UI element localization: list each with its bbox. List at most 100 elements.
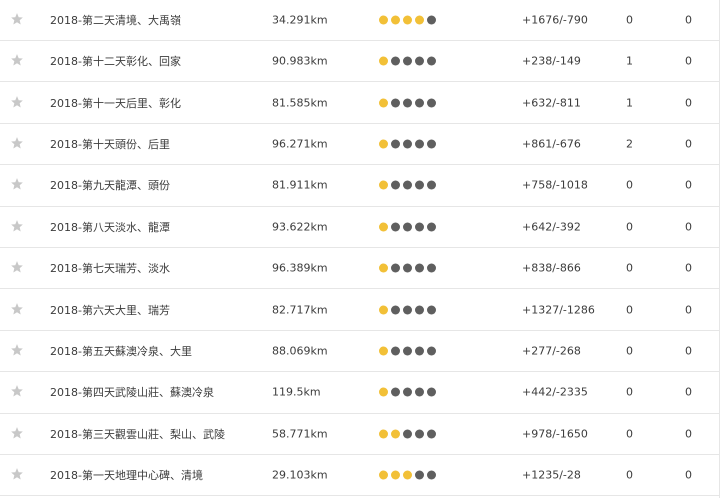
rating-dot-empty xyxy=(427,98,436,108)
route-name-link[interactable]: 2018-第七天瑞芳、淡水 xyxy=(50,260,170,276)
rating-dot-empty xyxy=(427,15,436,25)
route-distance: 90.983km xyxy=(272,54,328,68)
route-name-link[interactable]: 2018-第十天頭份、后里 xyxy=(50,136,170,152)
route-name-link[interactable]: 2018-第九天龍潭、頭份 xyxy=(50,177,170,193)
route-count-2: 0 xyxy=(685,96,692,110)
table-row[interactable]: 2018-第九天龍潭、頭份 81.911km +758/-1018 0 0 xyxy=(0,165,720,207)
route-count-1: 0 xyxy=(626,13,633,27)
star-icon[interactable] xyxy=(10,343,26,359)
route-name-link[interactable]: 2018-第四天武陵山莊、蘇澳冷泉 xyxy=(50,384,214,400)
route-elevation: +632/-811 xyxy=(522,96,581,110)
route-count-1: 1 xyxy=(626,96,633,110)
rating-dot-empty xyxy=(415,139,424,149)
route-count-1: 0 xyxy=(626,178,633,192)
rating-dot-empty xyxy=(415,346,424,356)
rating-dot-empty xyxy=(415,56,424,66)
rating-dot-empty xyxy=(415,429,424,439)
rating-dot-empty xyxy=(415,98,424,108)
difficulty-rating xyxy=(379,139,436,149)
rating-dot-empty xyxy=(391,263,400,273)
star-icon[interactable] xyxy=(10,12,26,28)
rating-dot-filled xyxy=(379,346,388,356)
route-name-link[interactable]: 2018-第五天蘇澳冷泉、大里 xyxy=(50,343,192,359)
table-row[interactable]: 2018-第四天武陵山莊、蘇澳冷泉 119.5km +442/-2335 0 0 xyxy=(0,372,720,414)
rating-dot-empty xyxy=(415,470,424,480)
rating-dot-filled xyxy=(379,305,388,315)
rating-dot-filled xyxy=(391,470,400,480)
star-icon[interactable] xyxy=(10,219,26,235)
star-icon[interactable] xyxy=(10,53,26,69)
route-name-link[interactable]: 2018-第三天觀雲山莊、梨山、武陵 xyxy=(50,426,225,442)
table-row[interactable]: 2018-第七天瑞芳、淡水 96.389km +838/-866 0 0 xyxy=(0,248,720,290)
route-distance: 81.585km xyxy=(272,96,328,110)
rating-dot-filled xyxy=(379,387,388,397)
route-name-link[interactable]: 2018-第二天清境、大禹嶺 xyxy=(50,12,181,28)
rating-dot-empty xyxy=(427,222,436,232)
route-count-2: 0 xyxy=(685,385,692,399)
rating-dot-filled xyxy=(403,470,412,480)
rating-dot-empty xyxy=(403,346,412,356)
table-row[interactable]: 2018-第十天頭份、后里 96.271km +861/-676 2 0 xyxy=(0,124,720,166)
table-row[interactable]: 2018-第一天地理中心碑、清境 29.103km +1235/-28 0 0 xyxy=(0,455,720,497)
rating-dot-empty xyxy=(403,139,412,149)
rating-dot-empty xyxy=(415,305,424,315)
table-row[interactable]: 2018-第六天大里、瑞芳 82.717km +1327/-1286 0 0 xyxy=(0,289,720,331)
star-icon[interactable] xyxy=(10,177,26,193)
rating-dot-empty xyxy=(403,180,412,190)
route-count-1: 2 xyxy=(626,137,633,151)
route-distance: 82.717km xyxy=(272,303,328,317)
route-count-2: 0 xyxy=(685,468,692,482)
route-count-2: 0 xyxy=(685,220,692,234)
route-distance: 96.271km xyxy=(272,137,328,151)
route-count-1: 1 xyxy=(626,54,633,68)
rating-dot-empty xyxy=(391,98,400,108)
star-icon[interactable] xyxy=(10,95,26,111)
rating-dot-filled xyxy=(379,263,388,273)
rating-dot-filled xyxy=(379,180,388,190)
rating-dot-empty xyxy=(415,263,424,273)
route-name-link[interactable]: 2018-第八天淡水、龍潭 xyxy=(50,219,170,235)
route-elevation: +277/-268 xyxy=(522,344,581,358)
star-icon[interactable] xyxy=(10,260,26,276)
route-elevation: +1327/-1286 xyxy=(522,303,595,317)
route-distance: 119.5km xyxy=(272,385,321,399)
star-icon[interactable] xyxy=(10,302,26,318)
rating-dot-empty xyxy=(427,56,436,66)
rating-dot-empty xyxy=(391,346,400,356)
difficulty-rating xyxy=(379,98,436,108)
difficulty-rating xyxy=(379,263,436,273)
star-icon[interactable] xyxy=(10,136,26,152)
route-name-link[interactable]: 2018-第十二天彰化、回家 xyxy=(50,53,181,69)
route-elevation: +758/-1018 xyxy=(522,178,588,192)
star-icon[interactable] xyxy=(10,426,26,442)
table-row[interactable]: 2018-第二天清境、大禹嶺 34.291km +1676/-790 0 0 xyxy=(0,0,720,41)
star-icon[interactable] xyxy=(10,384,26,400)
rating-dot-filled xyxy=(379,222,388,232)
rating-dot-empty xyxy=(415,387,424,397)
table-row[interactable]: 2018-第十二天彰化、回家 90.983km +238/-149 1 0 xyxy=(0,41,720,83)
route-distance: 93.622km xyxy=(272,220,328,234)
rating-dot-empty xyxy=(391,387,400,397)
rating-dot-empty xyxy=(427,139,436,149)
difficulty-rating xyxy=(379,429,436,439)
rating-dot-empty xyxy=(427,387,436,397)
route-distance: 96.389km xyxy=(272,261,328,275)
route-elevation: +861/-676 xyxy=(522,137,581,151)
star-icon[interactable] xyxy=(10,467,26,483)
route-count-2: 0 xyxy=(685,261,692,275)
rating-dot-empty xyxy=(403,305,412,315)
table-row[interactable]: 2018-第十一天后里、彰化 81.585km +632/-811 1 0 xyxy=(0,82,720,124)
route-count-2: 0 xyxy=(685,344,692,358)
route-name-link[interactable]: 2018-第一天地理中心碑、清境 xyxy=(50,467,203,483)
table-row[interactable]: 2018-第五天蘇澳冷泉、大里 88.069km +277/-268 0 0 xyxy=(0,331,720,373)
rating-dot-filled xyxy=(379,15,388,25)
route-distance: 88.069km xyxy=(272,344,328,358)
route-name-link[interactable]: 2018-第十一天后里、彰化 xyxy=(50,95,181,111)
rating-dot-filled xyxy=(391,429,400,439)
table-row[interactable]: 2018-第三天觀雲山莊、梨山、武陵 58.771km +978/-1650 0 0 xyxy=(0,414,720,455)
rating-dot-filled xyxy=(391,15,400,25)
route-elevation: +238/-149 xyxy=(522,54,581,68)
difficulty-rating xyxy=(379,305,436,315)
route-name-link[interactable]: 2018-第六天大里、瑞芳 xyxy=(50,302,170,318)
table-row[interactable]: 2018-第八天淡水、龍潭 93.622km +642/-392 0 0 xyxy=(0,207,720,248)
